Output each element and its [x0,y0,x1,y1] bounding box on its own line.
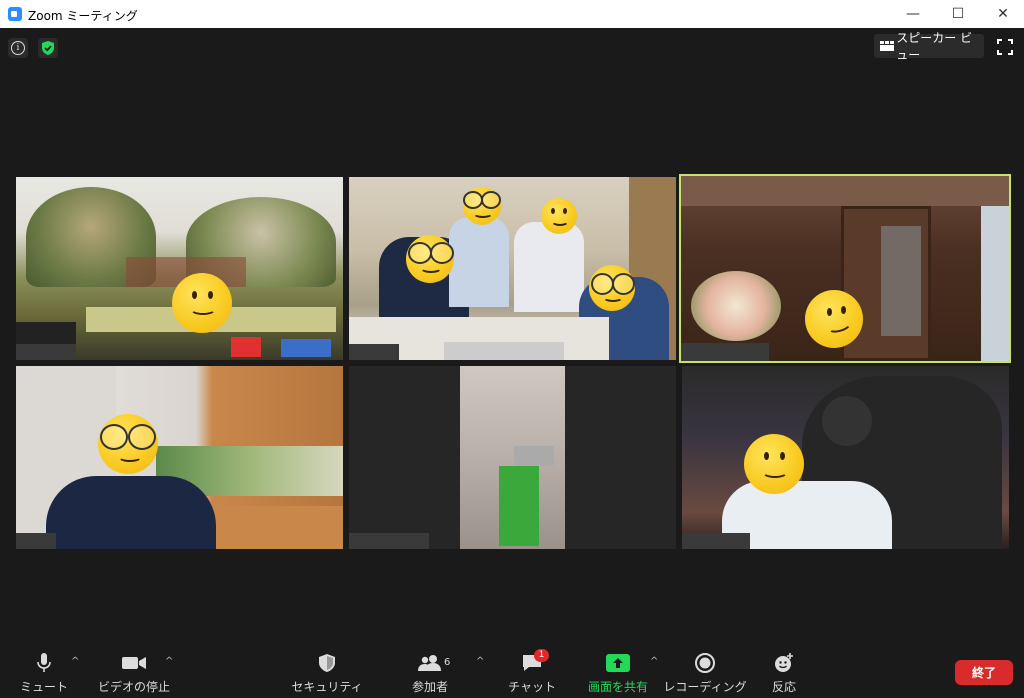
participants-label: 参加者 [411,680,448,694]
minimize-button[interactable]: — [890,0,936,28]
share-screen-button[interactable]: 画面を共有 [586,630,650,698]
record-label: レコーディング [663,680,747,694]
window-title: Zoom ミーティング [28,9,138,23]
face-emoji [463,187,501,225]
chat-button[interactable]: チャット [508,630,556,698]
end-meeting-button[interactable]: 終了 [955,660,1013,685]
face-emoji [172,273,232,333]
security-button[interactable]: セキュリティ [291,630,363,698]
participants-count: 6 [444,657,451,668]
reactions-button[interactable]: 反応 [764,630,804,698]
zoom-app-icon [8,7,22,21]
face-emoji [805,290,863,348]
video-label: ビデオの停止 [97,680,170,694]
share-screen-label: 画面を共有 [587,680,648,694]
share-screen-icon [606,654,630,672]
participant-video-tile[interactable] [16,366,343,549]
mute-button[interactable]: ミュート [20,630,69,698]
participant-video-tile[interactable] [349,177,676,360]
participant-name-label [349,533,429,549]
face-emoji [98,414,158,474]
microphone-icon [37,653,51,672]
participant-video-tile[interactable] [682,366,1009,549]
participants-icon [418,655,441,671]
maximize-button[interactable]: ☐ [935,0,981,28]
stop-video-button[interactable]: ビデオの停止 [96,630,172,698]
record-icon [695,653,715,673]
shield-icon [319,654,335,672]
video-options-chevron-icon[interactable]: ^ [165,656,173,667]
participant-name-label [16,533,56,549]
active-speaker-video-tile[interactable] [679,174,1011,363]
record-button[interactable]: レコーディング [663,630,747,698]
audio-options-chevron-icon[interactable]: ^ [71,656,79,667]
face-emoji [589,265,635,311]
title-bar: Zoom ミーティング — ☐ ✕ [0,0,1024,28]
face-emoji [744,434,804,494]
reaction-emoji-icon [775,653,793,672]
info-icon[interactable]: i [8,38,28,58]
chat-unread-badge: 1 [534,649,549,662]
encryption-shield-icon[interactable] [38,38,58,58]
speaker-view-icon [880,41,895,51]
participant-name-label [349,344,399,360]
close-button[interactable]: ✕ [980,0,1024,28]
share-options-chevron-icon[interactable]: ^ [650,656,658,667]
mute-label: ミュート [20,680,69,694]
speaker-view-label: スピーカー ビュー [896,31,973,62]
video-camera-icon [122,657,146,669]
participant-video-tile[interactable] [349,366,676,549]
participant-name-label [681,343,769,361]
fullscreen-icon[interactable] [996,38,1014,56]
security-label: セキュリティ [291,680,363,694]
face-emoji [406,235,454,283]
participants-options-chevron-icon[interactable]: ^ [476,656,484,667]
participant-name-label [16,344,76,360]
chat-label: チャット [508,680,556,694]
participant-name-label [682,533,750,549]
participant-video-tile[interactable] [16,177,343,360]
speaker-view-button[interactable]: スピーカー ビュー [874,31,984,62]
face-emoji [541,198,577,234]
reactions-label: 反応 [771,680,796,694]
